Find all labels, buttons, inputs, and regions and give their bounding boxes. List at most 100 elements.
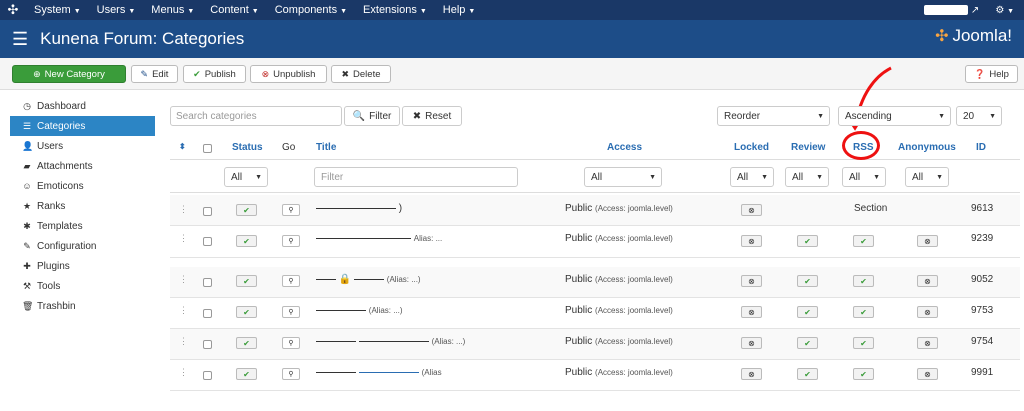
- menu-menus[interactable]: Menus ▼: [143, 4, 202, 16]
- direction-select[interactable]: Ascending ▼: [838, 106, 951, 126]
- menu-help[interactable]: Help ▼: [435, 4, 484, 16]
- locked-toggle[interactable]: ⊗: [741, 275, 762, 287]
- column-status[interactable]: Status: [232, 142, 263, 153]
- rss-toggle[interactable]: ✔: [853, 235, 874, 247]
- status-published-toggle[interactable]: ✔: [236, 235, 257, 247]
- sidebar-item-ranks[interactable]: ★ Ranks: [0, 196, 165, 216]
- sidebar-item-users[interactable]: 👤 Users: [0, 136, 165, 156]
- search-input[interactable]: Search categories: [170, 106, 342, 126]
- drag-handle-icon[interactable]: ⋮: [179, 204, 188, 215]
- drag-handle-icon[interactable]: ⋮: [179, 274, 188, 285]
- go-link-icon[interactable]: ⚲: [282, 275, 300, 287]
- access-filter-select[interactable]: All ▼: [584, 167, 662, 187]
- review-toggle[interactable]: ✔: [797, 275, 818, 287]
- filter-button[interactable]: 🔍 Filter: [344, 106, 400, 126]
- menu-system[interactable]: System ▼: [26, 4, 89, 16]
- joomla-logo-icon[interactable]: ✣: [0, 2, 26, 18]
- go-link-icon[interactable]: ⚲: [282, 204, 300, 216]
- anonymous-filter-select[interactable]: All ▼: [905, 167, 949, 187]
- rss-toggle[interactable]: ✔: [853, 275, 874, 287]
- site-link[interactable]: ↗: [924, 5, 979, 16]
- menu-content[interactable]: Content ▼: [202, 4, 266, 16]
- go-link-icon[interactable]: ⚲: [282, 235, 300, 247]
- locked-toggle[interactable]: ⊗: [741, 204, 762, 216]
- row-checkbox[interactable]: [203, 207, 212, 216]
- rss-toggle[interactable]: ✔: [853, 368, 874, 380]
- rss-toggle[interactable]: ✔: [853, 337, 874, 349]
- sidebar-item-attachments[interactable]: ▰ Attachments: [0, 156, 165, 176]
- table-row[interactable]: ⋮ ✔ ⚲ (Alias: ...) Public (Access: jooml…: [170, 298, 1020, 329]
- category-title[interactable]: (Alias: ...): [316, 336, 465, 347]
- anonymous-toggle[interactable]: ⊗: [917, 275, 938, 287]
- sidebar-item-configuration[interactable]: ✎ Configuration: [0, 236, 165, 256]
- locked-toggle[interactable]: ⊗: [741, 235, 762, 247]
- review-filter-select[interactable]: All ▼: [785, 167, 829, 187]
- column-access[interactable]: Access: [607, 142, 642, 153]
- user-menu[interactable]: ⚙ ▼: [995, 5, 1014, 16]
- status-filter-select[interactable]: All ▼: [224, 167, 268, 187]
- sidebar-item-tools[interactable]: ⚒ Tools: [0, 276, 165, 296]
- rss-toggle[interactable]: ✔: [853, 306, 874, 318]
- column-title[interactable]: Title: [316, 142, 336, 153]
- help-button[interactable]: ❓ Help: [965, 65, 1018, 83]
- rss-filter-select[interactable]: All ▼: [842, 167, 886, 187]
- category-title[interactable]: (Alias: [316, 367, 442, 378]
- status-published-toggle[interactable]: ✔: [236, 368, 257, 380]
- row-checkbox[interactable]: [203, 309, 212, 318]
- sidebar-item-categories[interactable]: ☰ Categories: [10, 116, 155, 136]
- table-row[interactable]: ⋮ ✔ ⚲ (Alias: ...) Public (Access: jooml…: [170, 329, 1020, 360]
- publish-button[interactable]: ✔ Publish: [183, 65, 246, 83]
- menu-extensions[interactable]: Extensions ▼: [355, 4, 435, 16]
- locked-toggle[interactable]: ⊗: [741, 337, 762, 349]
- menu-components[interactable]: Components ▼: [267, 4, 355, 16]
- go-link-icon[interactable]: ⚲: [282, 337, 300, 349]
- locked-toggle[interactable]: ⊗: [741, 368, 762, 380]
- title-filter-input[interactable]: Filter: [314, 167, 518, 187]
- row-checkbox[interactable]: [203, 237, 212, 246]
- category-title[interactable]: Alias: ...: [316, 233, 442, 244]
- sidebar-item-templates[interactable]: ✱ Templates: [0, 216, 165, 236]
- limit-select[interactable]: 20 ▼: [956, 106, 1002, 126]
- drag-handle-icon[interactable]: ⋮: [179, 367, 188, 378]
- category-title[interactable]: ): [316, 203, 402, 214]
- select-all-checkbox[interactable]: [203, 144, 212, 153]
- anonymous-toggle[interactable]: ⊗: [917, 337, 938, 349]
- sort-icon[interactable]: ⬍: [179, 142, 186, 151]
- table-row[interactable]: ⋮ ✔ ⚲ ) Public (Access: joomla.level) ⊗ …: [170, 195, 1020, 226]
- table-row[interactable]: ⋮ ✔ ⚲ (Alias Public (Access: joomla.leve…: [170, 360, 1020, 391]
- sidebar-item-trashbin[interactable]: 🗑 Trashbin: [0, 296, 165, 316]
- category-title[interactable]: 🔒 (Alias: ...): [316, 274, 421, 285]
- locked-toggle[interactable]: ⊗: [741, 306, 762, 318]
- anonymous-toggle[interactable]: ⊗: [917, 306, 938, 318]
- review-toggle[interactable]: ✔: [797, 337, 818, 349]
- menu-users[interactable]: Users ▼: [89, 4, 144, 16]
- new-category-button[interactable]: ⊕ New Category: [12, 65, 126, 83]
- sidebar-item-plugins[interactable]: ✚ Plugins: [0, 256, 165, 276]
- status-published-toggle[interactable]: ✔: [236, 204, 257, 216]
- go-link-icon[interactable]: ⚲: [282, 368, 300, 380]
- edit-button[interactable]: ✎ Edit: [131, 65, 178, 83]
- column-anonymous[interactable]: Anonymous: [898, 142, 956, 153]
- anonymous-toggle[interactable]: ⊗: [917, 368, 938, 380]
- drag-handle-icon[interactable]: ⋮: [179, 336, 188, 347]
- status-published-toggle[interactable]: ✔: [236, 275, 257, 287]
- review-toggle[interactable]: ✔: [797, 306, 818, 318]
- column-review[interactable]: Review: [791, 142, 825, 153]
- category-title[interactable]: (Alias: ...): [316, 305, 403, 316]
- locked-filter-select[interactable]: All ▼: [730, 167, 774, 187]
- status-published-toggle[interactable]: ✔: [236, 337, 257, 349]
- order-select[interactable]: Reorder ▼: [717, 106, 830, 126]
- status-published-toggle[interactable]: ✔: [236, 306, 257, 318]
- anonymous-toggle[interactable]: ⊗: [917, 235, 938, 247]
- sidebar-item-emoticons[interactable]: ☺ Emoticons: [0, 176, 165, 196]
- row-checkbox[interactable]: [203, 340, 212, 349]
- review-toggle[interactable]: ✔: [797, 235, 818, 247]
- delete-button[interactable]: ✖ Delete: [331, 65, 391, 83]
- column-id[interactable]: ID: [976, 142, 986, 153]
- drag-handle-icon[interactable]: ⋮: [179, 233, 188, 244]
- reset-button[interactable]: ✖ Reset: [402, 106, 462, 126]
- sidebar-item-dashboard[interactable]: ◷ Dashboard: [0, 96, 165, 116]
- table-row[interactable]: ⋮ ✔ ⚲ Alias: ... Public (Access: joomla.…: [170, 227, 1020, 258]
- unpublish-button[interactable]: ⊗ Unpublish: [250, 65, 327, 83]
- review-toggle[interactable]: ✔: [797, 368, 818, 380]
